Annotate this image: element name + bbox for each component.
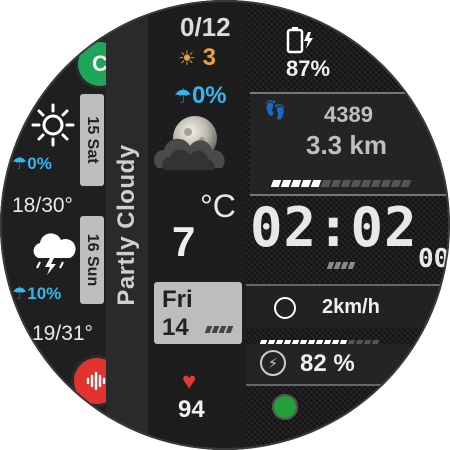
- watch-face: C 15 Sat ☂0% 18/30° 16 Sun ☂10% 19/31° P…: [0, 0, 450, 450]
- bezel-ring: [0, 0, 450, 450]
